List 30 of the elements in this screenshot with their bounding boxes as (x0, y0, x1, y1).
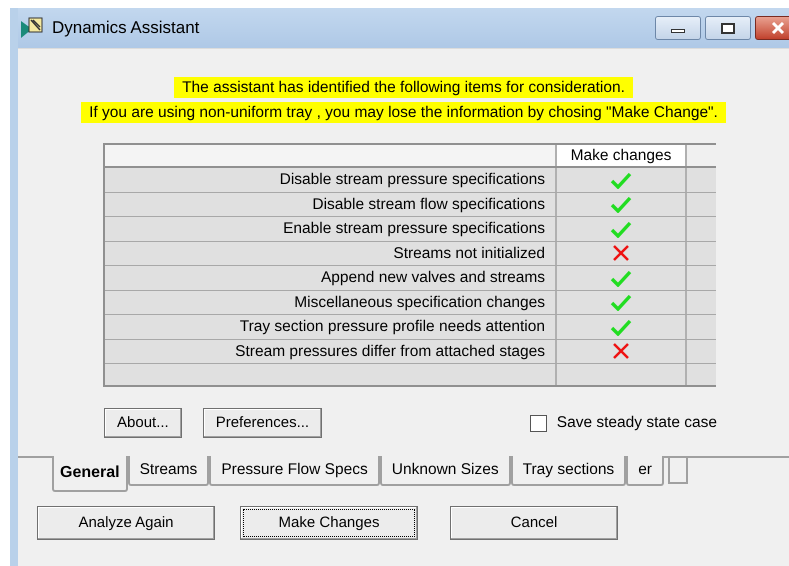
table-cell: Disable stream pressure specifications (105, 168, 557, 192)
close-button[interactable] (755, 16, 789, 40)
table-cell: Streams not initialized (105, 242, 557, 265)
tab[interactable]: Streams (128, 456, 210, 486)
cancel-button[interactable]: Cancel (450, 506, 618, 540)
table-cell: Disable stream flow specifications (105, 192, 557, 216)
tab[interactable]: Pressure Flow Specs (209, 456, 380, 486)
notice-text: If you are using non-uniform tray , you may lose the information by chosing "Make Change". (81, 102, 726, 123)
analyze-button[interactable]: Analyze Again (37, 506, 215, 540)
table-cell: Enable stream pressure specifications (105, 217, 557, 240)
table-cell: Tray section pressure profile needs attention (105, 315, 557, 338)
checkbox[interactable] (530, 414, 547, 432)
tab[interactable]: Tray sections (510, 456, 626, 486)
tab[interactable]: er (626, 456, 664, 486)
close-icon (771, 22, 785, 34)
window-title: Dynamics Assistant (52, 17, 200, 40)
column-header: Make changes (557, 145, 687, 166)
table-cell: Append new valves and streams (105, 266, 557, 290)
tab[interactable]: Unknown Sizes (380, 456, 511, 486)
app-icon (20, 17, 44, 39)
tab[interactable]: General (52, 456, 128, 492)
notice-text: The assistant has identified the following items for consideration. (174, 77, 633, 98)
checkbox-label: Save steady state case (556, 413, 717, 434)
minimize-button[interactable] (655, 16, 701, 40)
about-button[interactable]: About... (104, 408, 182, 438)
preferences-button[interactable]: Preferences... (202, 408, 322, 438)
make-changes-button[interactable]: Make Changes (240, 506, 418, 540)
table-cell: Miscellaneous specification changes (105, 290, 557, 314)
maximize-button[interactable] (705, 16, 751, 40)
table-cell: Stream pressures differ from attached stages (105, 340, 557, 363)
